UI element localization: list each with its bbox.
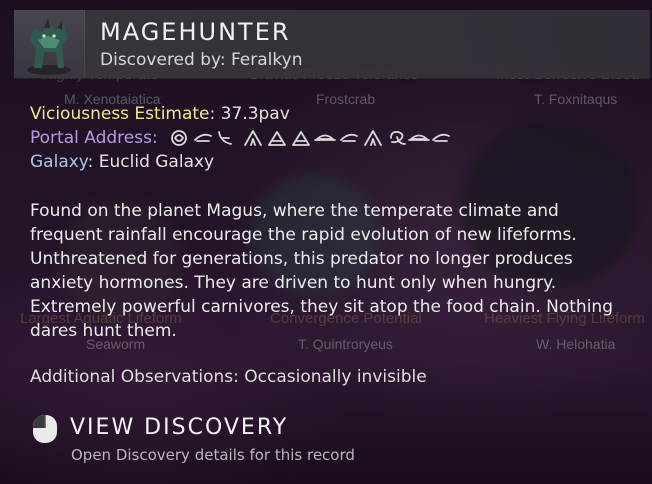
background-species-label: T. Foxnitaqus (534, 91, 618, 107)
discovered-by: Discovered by: Feralkyn (100, 50, 303, 70)
additional-observations: Additional Observations: Occasionally in… (30, 367, 427, 387)
creature-description: Found on the planet Magus, where the tem… (30, 201, 613, 341)
discovery-tooltip-screen: Highly Temperate Gravitic Freeze Toleran… (0, 0, 652, 484)
portal-address-label: Portal Address (30, 128, 152, 148)
discovery-header: MAGEHUNTER Discovered by: Feralkyn (14, 10, 650, 78)
creature-thumbnail-icon (27, 18, 71, 75)
viciousness-label: Viciousness Estimate (30, 104, 210, 124)
background-species-label: Frostcrab (316, 91, 376, 107)
portal-address-row: Portal Address: (30, 128, 453, 148)
creature-thumbnail (14, 10, 85, 78)
viciousness-row: Viciousness Estimate: 37.3pav (30, 104, 290, 124)
galaxy-value: : Euclid Galaxy (87, 152, 215, 172)
view-discovery-button[interactable]: VIEW DISCOVERY Open Discovery details fo… (28, 412, 428, 470)
mouse-left-click-icon (33, 415, 57, 443)
viciousness-value: : 37.3pav (209, 104, 290, 124)
galaxy-label: Galaxy (30, 152, 88, 172)
view-discovery-label: VIEW DISCOVERY (70, 415, 289, 440)
portal-address-separator: : (151, 128, 158, 148)
portal-glyphs-icon (171, 130, 450, 146)
view-discovery-subtitle: Open Discovery details for this record (71, 446, 355, 464)
creature-name: MAGEHUNTER (100, 18, 291, 46)
galaxy-row: Galaxy: Euclid Galaxy (30, 152, 214, 172)
